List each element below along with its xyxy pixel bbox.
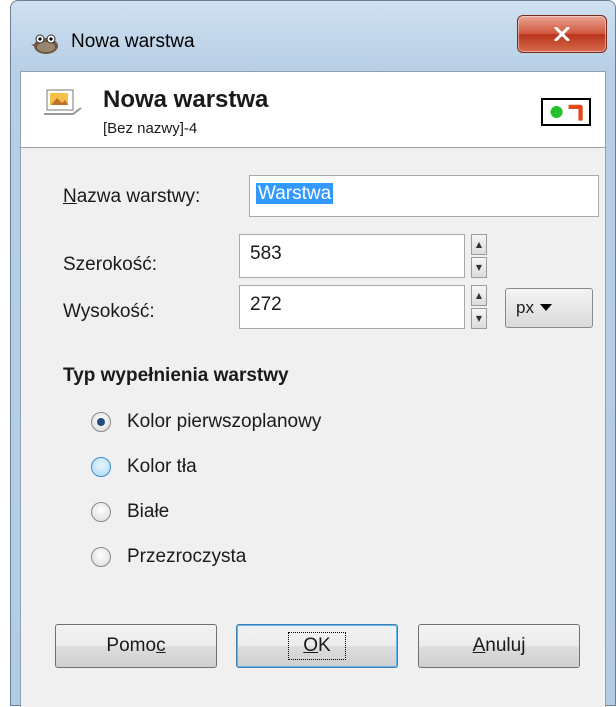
dialog-window: Nowa warstwa Nowa warstwa [Bez nazwy]-4 (10, 0, 616, 707)
layer-name-label-mnemonic: N (63, 186, 77, 207)
fill-option-label: Przezroczysta (127, 546, 247, 567)
width-value: 583 (250, 243, 282, 264)
window-title: Nowa warstwa (71, 31, 195, 52)
cancel-button[interactable]: Anuluj (418, 624, 580, 668)
unit-dropdown[interactable]: px (505, 288, 593, 328)
unit-value: px (516, 298, 534, 317)
help-button[interactable]: Pomoc (55, 624, 217, 668)
height-decrement-button[interactable]: ▼ (471, 308, 487, 329)
fill-option-label: Kolor tła (127, 456, 197, 477)
height-value: 272 (250, 294, 282, 315)
layer-name-label-text: azwa warstwy: (76, 186, 201, 207)
help-button-label: Pomoc (106, 635, 166, 656)
close-button[interactable] (517, 15, 607, 53)
mnemonic-letter: c (156, 635, 166, 656)
fill-option-background[interactable]: Kolor tła (91, 456, 197, 478)
ok-button-label: OK (288, 632, 346, 660)
fill-type-title: Typ wypełnienia warstwy (63, 365, 289, 386)
height-label: Wysokość: (63, 301, 155, 322)
fill-option-foreground[interactable]: Kolor pierwszoplanowy (91, 411, 321, 433)
mnemonic-letter: O (303, 635, 319, 656)
height-stepper[interactable]: ▲ ▼ (471, 285, 487, 329)
image-name: [Bez nazwy]-4 (103, 120, 198, 137)
fill-option-label: Białe (127, 501, 170, 522)
radio-button[interactable] (91, 502, 111, 522)
dialog-body: Nowa warstwa [Bez nazwy]-4 Nazwa warstwy… (20, 71, 606, 707)
radio-button[interactable] (91, 547, 111, 567)
height-increment-button[interactable]: ▲ (471, 285, 487, 306)
title-bar[interactable]: Nowa warstwa (11, 1, 615, 79)
fill-option-label: Kolor pierwszoplanowy (127, 411, 322, 432)
layer-name-value: Warstwa (256, 183, 334, 204)
mnemonic-letter: A (472, 635, 486, 656)
width-decrement-button[interactable]: ▼ (471, 257, 487, 278)
width-increment-button[interactable]: ▲ (471, 234, 487, 255)
chevron-down-icon (539, 304, 552, 311)
header-title: Nowa warstwa (103, 86, 269, 113)
fill-option-white[interactable]: Białe (91, 501, 169, 523)
layer-preview-icon (541, 98, 591, 126)
radio-button[interactable] (91, 457, 111, 477)
cancel-button-label: Anuluj (472, 635, 526, 656)
new-layer-icon (44, 89, 82, 115)
close-icon (554, 27, 570, 41)
layer-name-input[interactable]: Warstwa (249, 175, 599, 217)
ok-button[interactable]: OK (236, 624, 398, 668)
radio-button[interactable] (91, 412, 111, 432)
width-label: Szerokość: (63, 254, 157, 275)
width-stepper[interactable]: ▲ ▼ (471, 234, 487, 278)
width-spinbox[interactable]: 583 (239, 234, 465, 278)
height-spinbox[interactable]: 272 (239, 285, 465, 329)
gimp-wilber-icon (31, 34, 58, 54)
layer-name-label: Nazwa warstwy: (63, 186, 200, 208)
fill-option-transparent[interactable]: Przezroczysta (91, 546, 246, 568)
dialog-header: Nowa warstwa [Bez nazwy]-4 (21, 72, 605, 148)
